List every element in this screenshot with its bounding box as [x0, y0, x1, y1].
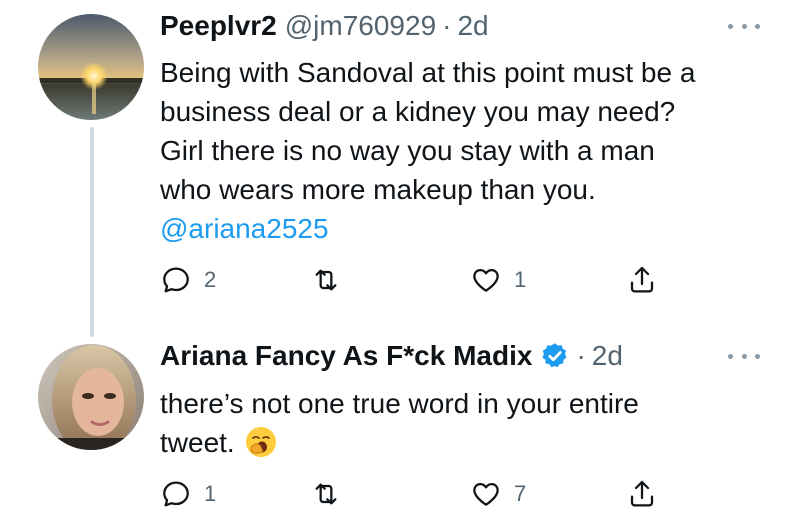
tweet-text-line-with-emoji: tweet. — [160, 423, 780, 462]
share-icon — [630, 266, 654, 293]
user-handle[interactable]: @jm760929 — [285, 10, 436, 42]
tweet-peeplvr2[interactable]: Peeplvr2 @jm760929 · 2d Being with Sando… — [0, 0, 800, 330]
more-icon[interactable] — [728, 346, 760, 366]
avatar-peeplvr2[interactable] — [38, 14, 144, 120]
timestamp[interactable]: 2d — [592, 340, 623, 372]
separator-dot: · — [442, 10, 452, 41]
retweet-icon — [315, 269, 337, 291]
tweet-text: there’s not one true word in your entire… — [160, 384, 780, 462]
timestamp[interactable]: 2d — [457, 10, 488, 42]
portrait-avatar-image — [38, 344, 144, 450]
like-count: 1 — [514, 267, 527, 292]
tweet-text-line: there’s not one true word in your entire — [160, 388, 639, 419]
reply-icon — [163, 481, 189, 507]
tweet-text-line: who wears more makeup than you. — [160, 174, 596, 205]
like-icon — [473, 269, 499, 292]
retweet-button[interactable] — [310, 476, 354, 512]
reply-button[interactable]: 2 — [160, 262, 216, 298]
reply-icon — [163, 267, 189, 293]
share-button[interactable] — [626, 476, 658, 512]
tweet-text-line: Being with Sandoval at this point must b… — [160, 57, 696, 88]
tweet-text-line: tweet. — [160, 427, 235, 458]
tweet-text-line: business deal or a kidney you may need? — [160, 96, 676, 127]
like-button[interactable]: 1 — [470, 262, 526, 298]
share-button[interactable] — [626, 262, 658, 298]
like-count: 7 — [514, 481, 527, 506]
avatar-ariana-madix[interactable] — [38, 344, 144, 450]
tweet-header: Ariana Fancy As F*ck Madix · 2d — [160, 336, 623, 376]
more-icon[interactable] — [728, 16, 760, 36]
tweet-actions: 2 1 — [160, 262, 680, 298]
tweet-header: Peeplvr2 @jm760929 · 2d — [160, 6, 489, 46]
reply-count: 1 — [204, 481, 217, 506]
reply-count: 2 — [204, 267, 217, 292]
separator-dot: · — [576, 340, 586, 371]
thread-connector-line — [90, 127, 94, 337]
display-name[interactable]: Ariana Fancy As F*ck Madix — [160, 340, 532, 372]
tweet-text-line: Girl there is no way you stay with a man — [160, 135, 655, 166]
tweet-actions: 1 7 — [160, 476, 680, 512]
reply-button[interactable]: 1 — [160, 476, 216, 512]
share-icon — [630, 480, 654, 507]
like-button[interactable]: 7 — [470, 476, 526, 512]
mention-link[interactable]: @ariana2525 — [160, 209, 780, 248]
retweet-button[interactable] — [310, 262, 354, 298]
sunset-avatar-image — [38, 14, 144, 120]
tweet-ariana-madix[interactable]: Ariana Fancy As F*ck Madix · 2d there’s … — [0, 330, 800, 516]
display-name[interactable]: Peeplvr2 — [160, 10, 277, 42]
retweet-icon — [315, 483, 337, 505]
verified-badge-icon — [542, 343, 567, 368]
yawning-face-emoji — [245, 427, 276, 457]
tweet-text: Being with Sandoval at this point must b… — [160, 53, 780, 248]
like-icon — [473, 483, 499, 506]
